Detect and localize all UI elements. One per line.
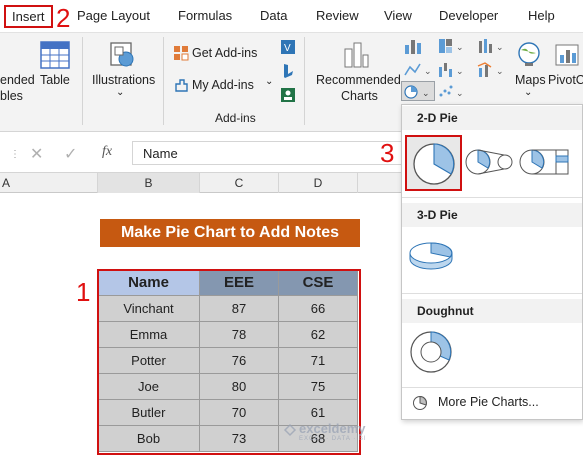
column-header-b[interactable]: B [98,173,200,193]
section-divider [402,293,582,294]
section-doughnut-header: Doughnut [402,299,582,323]
puzzle-icon [175,79,188,92]
pie-2d-option[interactable] [405,135,462,191]
column-header-d[interactable]: D [279,173,358,193]
scatter-chart-icon[interactable]: ⌄ [437,83,467,101]
sheet-title: Make Pie Chart to Add Notes [100,219,360,247]
pie-of-pie-icon [465,149,513,175]
pie-3d-icon [409,242,453,270]
tab-insert[interactable]: Insert [4,5,53,28]
step-1-marker: 1 [76,277,91,307]
column-header-c[interactable]: C [200,173,279,193]
table-label: Table [40,73,70,87]
my-addins-button[interactable]: My Add-ins ⌄ [170,75,280,97]
chevron-down-icon: ⌄ [265,76,274,87]
maps-label: Maps [515,73,546,87]
recommended-charts-button[interactable]: Recommended Charts [312,37,402,107]
line-chart-icon[interactable]: ⌄ [403,61,433,79]
hierarchy-chart-icon[interactable]: ⌄ [437,37,467,55]
cancel-icon[interactable]: ✕ [30,144,43,164]
pie-chart-button[interactable]: ⌄ [401,81,435,101]
svg-text:⌄: ⌄ [456,66,464,76]
illustrations-icon [110,42,134,67]
step-3-marker: 3 [380,138,395,168]
chevron-down-icon: ⌄ [116,87,125,98]
tab-formulas[interactable]: Formulas [178,8,232,23]
pie-of-pie-option[interactable] [464,139,516,185]
get-addins-button[interactable]: Get Add-ins [170,43,280,65]
doughnut-option[interactable] [406,327,456,377]
column-chart-icon[interactable] [403,37,427,55]
tab-data[interactable]: Data [260,8,287,23]
svg-text:⌄: ⌄ [422,88,430,98]
recommended-pivottables-button[interactable]: ended bles [0,33,36,129]
more-pie-charts-label: More Pie Charts... [438,395,539,409]
svg-text:⌄: ⌄ [456,88,464,98]
maps-button[interactable]: Maps ⌄ [512,37,546,107]
table-icon [40,41,70,69]
section-divider [402,197,582,198]
confirm-icon[interactable]: ✓ [64,144,77,164]
svg-text:⌄: ⌄ [496,42,504,52]
tab-view[interactable]: View [384,8,412,23]
exceldemy-logo-icon [283,423,297,437]
my-addins-label: My Add-ins [192,78,254,92]
addins-group-label: Add-ins [215,111,256,125]
svg-text:⌄: ⌄ [424,66,432,76]
pie-chart-icon: ⌄ [404,85,430,99]
doughnut-icon [410,331,452,373]
pivotchart-icon [555,44,579,66]
svg-text:⌄: ⌄ [456,42,464,52]
svg-text:V: V [284,43,291,54]
pie-chart-dropdown: 2-D Pie 3-D Pie Doughnut More Pie Charts… [401,104,583,420]
get-addins-label: Get Add-ins [192,46,258,60]
statistic-chart-icon[interactable]: ⌄ [477,37,507,55]
ribbon-separator [163,37,164,125]
recommended-pivottables-label: ended [0,73,35,87]
pie-icon [413,143,455,185]
illustrations-button[interactable]: Illustrations ⌄ [88,37,156,107]
ribbon-tab-bar: Insert 2 Page Layout Formulas Data Revie… [0,0,583,32]
recommended-charts-label-2: Charts [341,89,378,103]
pie-3d-option[interactable] [406,233,456,277]
bing-icon[interactable] [280,63,296,79]
combo-chart-icon[interactable]: ⌄ [477,61,507,79]
recommended-pivottables-label-2: bles [0,89,23,103]
waterfall-chart-icon[interactable]: ⌄ [437,61,467,79]
ribbon-separator [304,37,305,125]
chevron-down-icon: ⌄ [524,87,533,98]
people-graph-icon[interactable] [280,87,296,103]
pivotchart-button[interactable]: PivotC [548,37,583,107]
section-3d-pie-header: 3-D Pie [402,203,582,227]
tab-page-layout[interactable]: Page Layout [77,8,150,23]
illustrations-label: Illustrations [92,73,156,87]
recommended-charts-icon [344,42,369,68]
tab-help[interactable]: Help [528,8,555,23]
insert-function-button[interactable]: fx [102,144,112,160]
section-2d-pie-header: 2-D Pie [402,106,582,130]
svg-text:⌄: ⌄ [496,66,504,76]
bar-of-pie-icon [519,149,569,175]
ribbon-separator [82,37,83,125]
watermark-brand: exceldemy [299,421,366,436]
store-icon [174,46,189,61]
column-header-a[interactable]: A [0,173,98,193]
step-2-marker: 2 [56,3,71,33]
section-divider [402,387,582,388]
globe-icon [518,42,540,66]
pivotchart-label: PivotC [548,73,583,87]
watermark-tagline: EXCEL · DATA · BI [299,436,367,442]
namebox-resize-handle[interactable]: ⋮ [10,149,20,160]
bar-of-pie-option[interactable] [518,139,574,185]
pie-small-icon [413,395,427,410]
tab-review[interactable]: Review [316,8,359,23]
visio-icon[interactable]: V [280,39,296,55]
tab-developer[interactable]: Developer [439,8,498,23]
recommended-charts-label: Recommended [316,73,401,87]
table-button[interactable]: Table [38,37,74,107]
